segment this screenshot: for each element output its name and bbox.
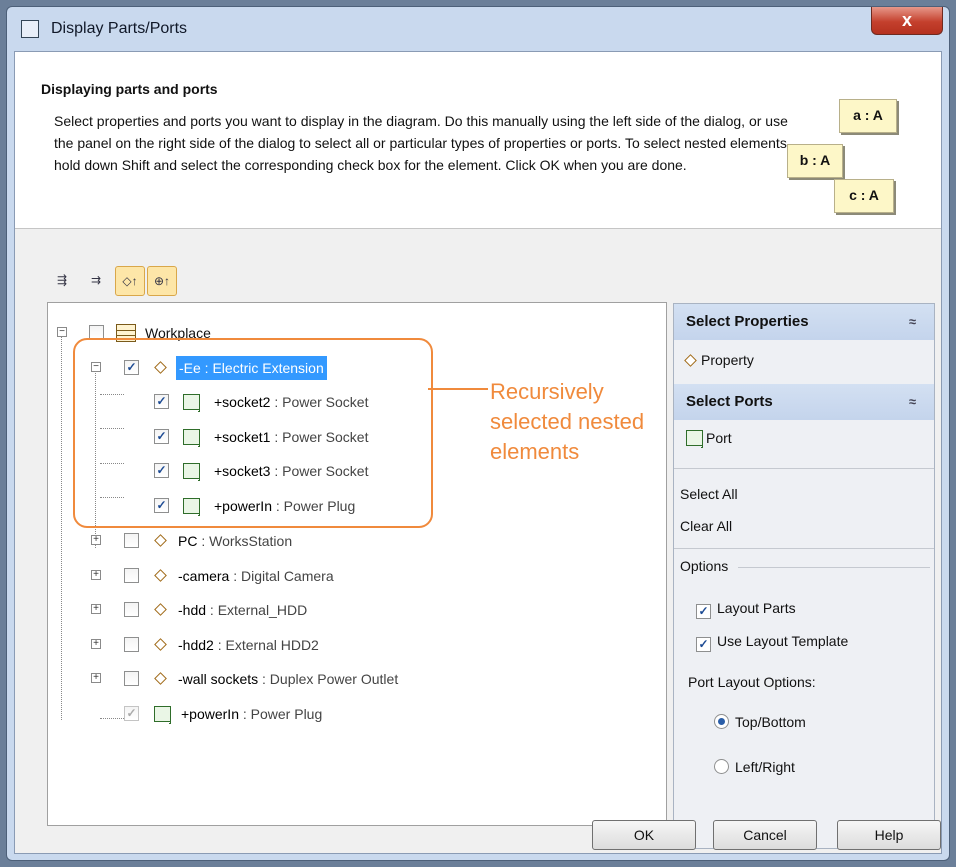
radio-label: Left/Right [735,759,795,775]
clear-all-link[interactable]: Clear All [680,514,732,538]
divider [674,468,934,469]
tree-label: +powerIn : Power Plug [181,702,322,726]
header-title: Displaying parts and ports [41,81,218,97]
dialog-header: Displaying parts and ports Select proper… [15,52,941,229]
selection-panel: Select Properties ≈ Property Select Port… [673,303,935,849]
header-description: Select properties and ports you want to … [54,113,791,173]
port-label: Port [706,430,732,446]
port-filter[interactable]: Port [686,426,732,450]
expand-icon[interactable]: + [91,604,101,614]
annotation-highlight [73,338,433,528]
part-name: PC [178,533,198,549]
checkbox[interactable] [124,602,139,617]
collapse-icon[interactable]: − [57,327,67,337]
part-tag-c: c : A [834,179,894,213]
collapse-chevron-icon[interactable]: ≈ [909,304,916,340]
property-icon [154,534,167,547]
property-icon [154,603,167,616]
select-ports-header[interactable]: Select Ports ≈ [674,384,934,420]
options-rule [738,567,930,568]
show-ports-icon[interactable]: ⊕↑ [147,266,177,296]
help-button[interactable]: Help [837,820,941,850]
checkbox[interactable] [124,568,139,583]
use-layout-template-checkbox[interactable]: ✓ Use Layout Template [696,631,848,652]
tree-label: -wall sockets : Duplex Power Outlet [178,667,398,691]
part-tag-a: a : A [839,99,897,133]
annotation-line: Recursively [490,379,604,404]
tree-label: -camera : Digital Camera [178,564,334,588]
app-icon [21,20,39,38]
left-right-radio[interactable]: Left/Right [714,757,795,777]
annotation-line: elements [490,439,580,464]
checkbox[interactable] [124,637,139,652]
section-title: Select Ports [686,393,773,410]
checkbox[interactable] [124,533,139,548]
dialog-window: Display Parts/Ports x Displaying parts a… [6,6,950,861]
part-type: : WorksStation [197,533,293,549]
close-button[interactable]: x [871,7,943,35]
port-icon [686,430,703,448]
expand-icon[interactable]: + [91,673,101,683]
cancel-button[interactable]: Cancel [713,820,817,850]
select-all-link[interactable]: Select All [680,482,738,506]
property-icon [154,672,167,685]
expand-icon[interactable]: + [91,570,101,580]
property-label: Property [701,352,754,368]
part-name: -hdd [178,602,207,618]
checkbox-label: Use Layout Template [717,633,849,649]
port-icon [154,706,171,724]
property-icon [154,638,167,651]
property-icon [684,354,697,367]
checkbox[interactable] [124,671,139,686]
tree-connector [61,335,62,720]
tree-label: -hdd : External_HDD [178,598,307,622]
top-bottom-radio[interactable]: Top/Bottom [714,712,806,732]
radio-dot [714,759,729,774]
annotation-text: Recursively selected nested elements [490,377,644,467]
expand-icon[interactable]: + [91,535,101,545]
tree-connector [100,718,124,719]
part-type: : Duplex Power Outlet [258,671,399,687]
divider [674,548,934,549]
part-name: -camera [178,568,230,584]
select-properties-header[interactable]: Select Properties ≈ [674,304,934,340]
property-filter[interactable]: Property [684,348,754,372]
title-bar[interactable]: Display Parts/Ports x [7,7,949,51]
checkbox[interactable]: ✓ [124,706,139,721]
part-name: -wall sockets [178,671,259,687]
part-type: : External HDD2 [213,637,319,653]
part-type: : External_HDD [206,602,308,618]
part-name: -hdd2 [178,637,214,653]
checkbox-box: ✓ [696,604,711,619]
expand-all-icon[interactable]: ⇶ [47,266,77,296]
property-icon [154,569,167,582]
expand-icon[interactable]: + [91,639,101,649]
checkbox-label: Layout Parts [717,600,796,616]
ok-button[interactable]: OK [592,820,696,850]
collapse-chevron-icon[interactable]: ≈ [909,384,916,420]
section-title: Select Properties [686,313,809,330]
annotation-connector [428,388,488,390]
layout-parts-checkbox[interactable]: ✓ Layout Parts [696,598,796,619]
radio-label: Top/Bottom [735,714,806,730]
port-layout-title: Port Layout Options: [688,674,816,690]
radio-dot [714,714,729,729]
annotation-line: selected nested [490,409,645,434]
part-type: : Power Plug [238,706,323,722]
options-title: Options [680,558,729,574]
checkbox-box: ✓ [696,637,711,652]
part-type: : Digital Camera [229,568,334,584]
show-properties-icon[interactable]: ◇↑ [115,266,145,296]
part-tag-b: b : A [787,144,843,178]
window-title: Display Parts/Ports [51,20,188,37]
tree-label: PC : WorksStation [178,529,292,553]
tree-label: -hdd2 : External HDD2 [178,633,319,657]
part-name: +powerIn [181,706,239,722]
collapse-all-icon[interactable]: ⇉ [81,266,111,296]
